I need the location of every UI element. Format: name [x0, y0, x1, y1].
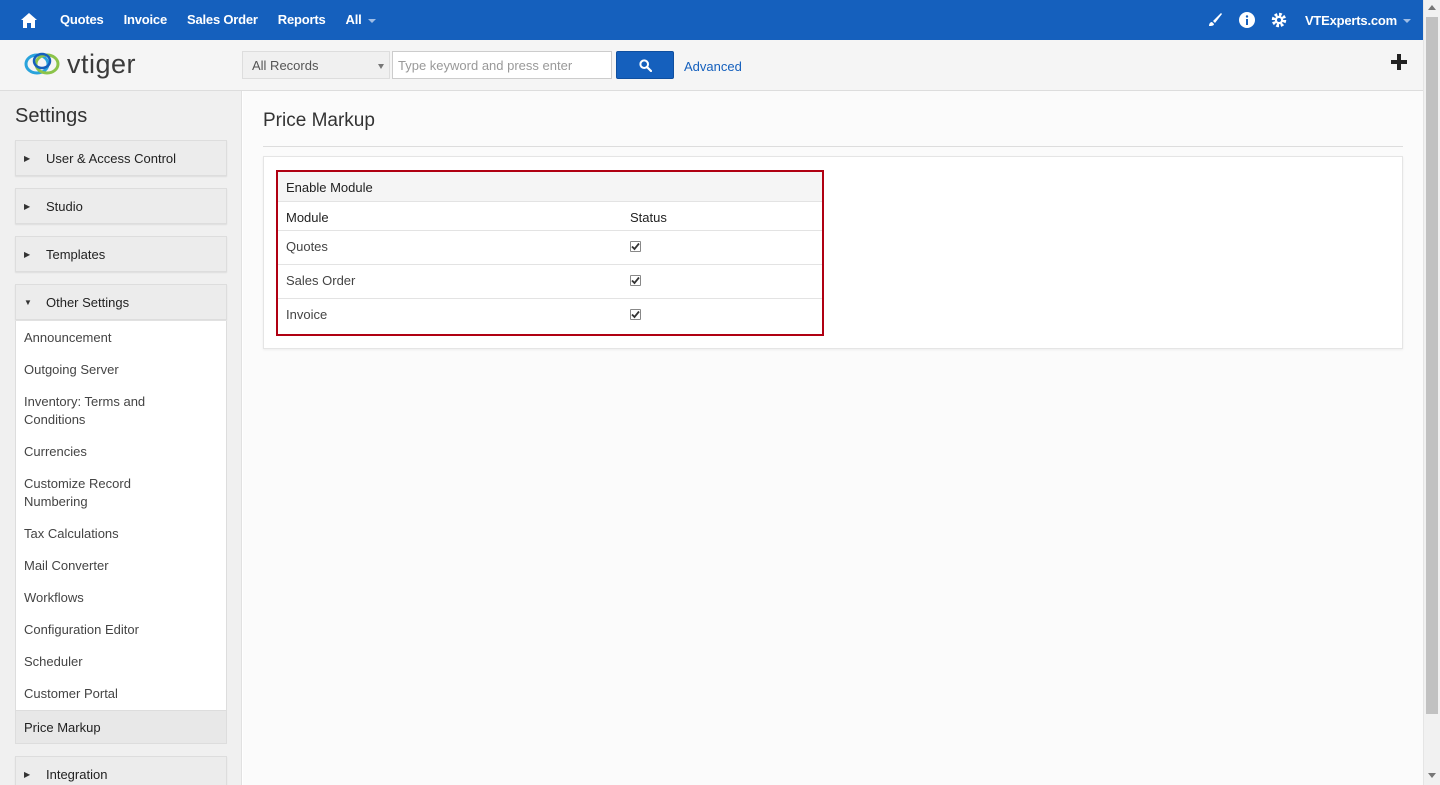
brush-icon[interactable] — [1199, 0, 1231, 40]
caret-right-icon: ▶ — [24, 249, 31, 259]
group-user-access-control[interactable]: ▶ User & Access Control — [15, 140, 227, 176]
caret-right-icon: ▶ — [24, 153, 31, 163]
main-content: Price Markup Enable Module Module Status… — [243, 91, 1423, 785]
other-settings-list: Announcement Outgoing Server Inventory: … — [15, 321, 227, 710]
group-label: Templates — [46, 246, 106, 262]
group-label: Other Settings — [46, 294, 130, 310]
chevron-down-icon — [1403, 19, 1411, 24]
caret-down-icon: ▼ — [24, 297, 32, 307]
sidebar-item-price-markup[interactable]: Price Markup — [15, 710, 227, 744]
search-bar: vtiger All Records Advanced — [0, 40, 1423, 91]
settings-sidebar: Settings ▶ User & Access Control ▶ Studi… — [0, 91, 242, 785]
sidebar-item-record-numbering[interactable]: Customize Record Numbering — [24, 475, 144, 511]
info-icon[interactable] — [1231, 0, 1263, 40]
caret-right-icon: ▶ — [24, 769, 31, 779]
divider — [263, 146, 1403, 147]
add-icon[interactable] — [1387, 50, 1411, 74]
caret-right-icon: ▶ — [24, 201, 31, 211]
chevron-down-icon — [378, 64, 384, 69]
sidebar-item-scheduler[interactable]: Scheduler — [24, 653, 214, 671]
sidebar-item-tax-calculations[interactable]: Tax Calculations — [24, 525, 214, 543]
search-icon — [638, 58, 652, 72]
vertical-scrollbar[interactable] — [1423, 0, 1440, 785]
search-button[interactable] — [616, 51, 674, 79]
top-navbar: Quotes Invoice Sales Order Reports All V… — [0, 0, 1423, 40]
sidebar-item-currencies[interactable]: Currencies — [24, 443, 214, 461]
sidebar-item-workflows[interactable]: Workflows — [24, 589, 214, 607]
page-title: Price Markup — [263, 110, 375, 131]
user-name: VTExperts.com — [1304, 12, 1397, 28]
sidebar-item-customer-portal[interactable]: Customer Portal — [24, 685, 214, 703]
nav-all-dropdown[interactable]: All — [336, 0, 386, 40]
sidebar-item-announcement[interactable]: Announcement — [24, 329, 214, 347]
logo-text: vtiger — [67, 48, 137, 79]
group-label: Integration — [46, 766, 108, 782]
advanced-search-link[interactable]: Advanced — [684, 59, 742, 74]
nav-sales-order[interactable]: Sales Order — [177, 0, 268, 40]
scroll-thumb[interactable] — [1426, 17, 1438, 714]
group-templates[interactable]: ▶ Templates — [15, 236, 227, 272]
chevron-down-icon — [367, 18, 376, 23]
scroll-up-icon[interactable] — [1428, 5, 1436, 10]
home-icon[interactable] — [8, 0, 50, 40]
nav-invoice[interactable]: Invoice — [114, 0, 177, 40]
search-input[interactable] — [392, 51, 612, 79]
group-label: Studio — [46, 198, 83, 214]
group-label: User & Access Control — [46, 150, 177, 166]
user-menu[interactable]: VTExperts.com — [1295, 13, 1423, 28]
nav-all-label: All — [345, 12, 362, 27]
group-studio[interactable]: ▶ Studio — [15, 188, 227, 224]
gear-icon[interactable] — [1263, 0, 1295, 40]
nav-quotes[interactable]: Quotes — [50, 0, 114, 40]
sidebar-item-terms-conditions[interactable]: Inventory: Terms and Conditions — [24, 393, 164, 429]
group-other-settings[interactable]: ▼ Other Settings — [15, 284, 227, 320]
group-integration[interactable]: ▶ Integration — [15, 756, 227, 785]
search-scope-value: All Records — [252, 58, 319, 73]
sidebar-item-configuration-editor[interactable]: Configuration Editor — [24, 621, 214, 639]
search-scope-select[interactable]: All Records — [242, 51, 390, 79]
vtiger-logo[interactable]: vtiger — [23, 48, 136, 80]
sidebar-item-mail-converter[interactable]: Mail Converter — [24, 557, 214, 575]
highlight-box — [276, 170, 824, 336]
sidebar-title: Settings — [15, 105, 88, 127]
sidebar-item-outgoing-server[interactable]: Outgoing Server — [24, 361, 214, 379]
nav-reports[interactable]: Reports — [268, 0, 336, 40]
scroll-down-icon[interactable] — [1428, 773, 1436, 778]
